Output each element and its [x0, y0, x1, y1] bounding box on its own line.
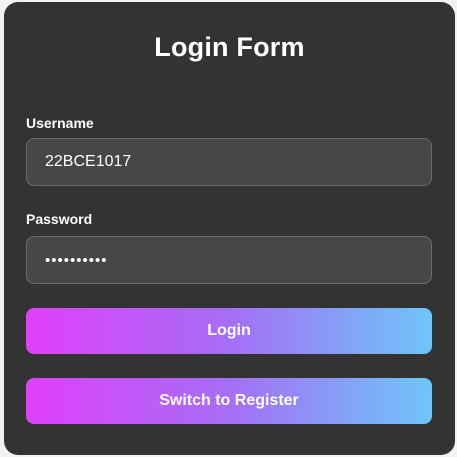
password-input[interactable] — [26, 236, 432, 284]
form-title: Login Form — [154, 32, 305, 62]
login-card: Login Form Username Password Login Switc… — [4, 2, 455, 455]
username-label: Username — [26, 115, 94, 131]
switch-to-register-button[interactable]: Switch to Register — [26, 378, 432, 424]
password-label: Password — [26, 211, 93, 227]
username-input[interactable] — [26, 138, 432, 186]
login-button[interactable]: Login — [26, 308, 432, 354]
